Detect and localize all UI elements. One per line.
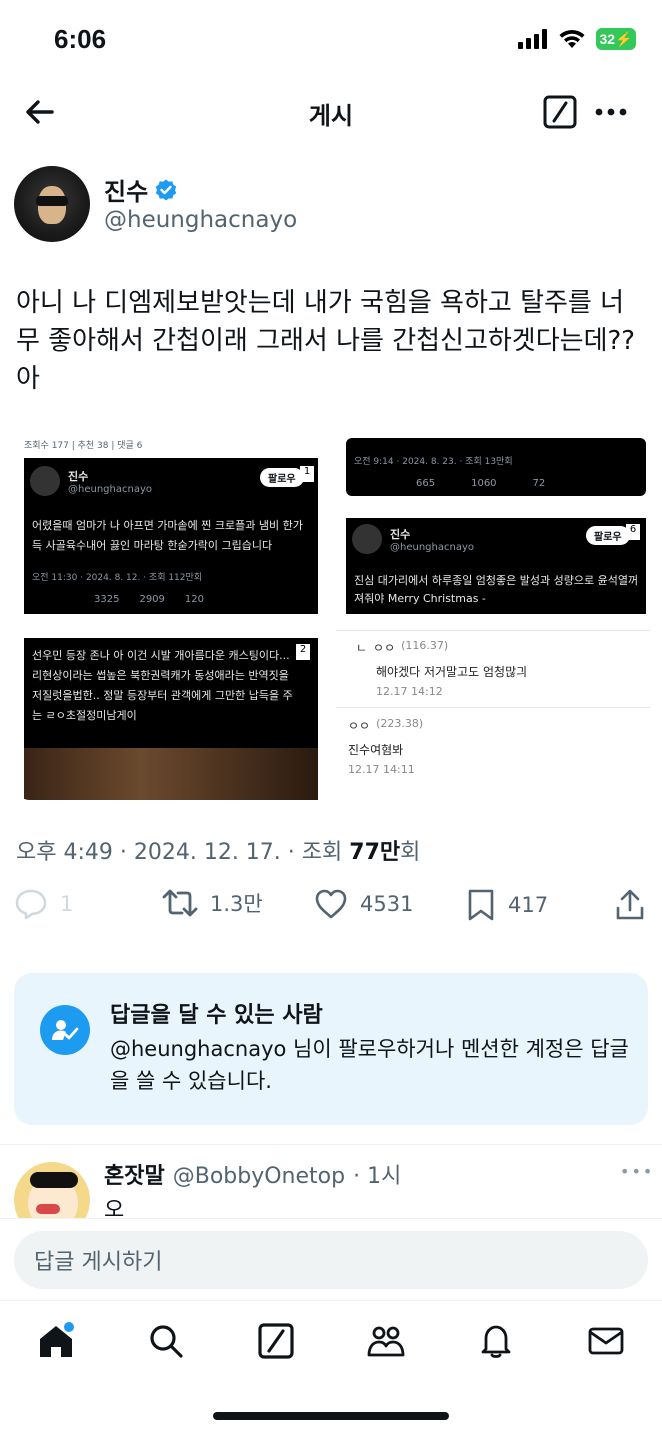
img5-c2-user: ㅇㅇ xyxy=(348,719,371,733)
retweet-count: 1.3만 xyxy=(210,892,263,916)
img5-c1-user: ㅇㅇ xyxy=(373,641,396,655)
board-meta: 조회수 177 | 추천 38 | 댓글 6 xyxy=(24,441,143,451)
img5-c1-ip: (116.37) xyxy=(401,639,449,652)
mention-user-icon xyxy=(40,1005,90,1055)
img3-name: 진수 xyxy=(390,528,411,541)
img3-badge: 6 xyxy=(626,524,640,540)
img4-text: 선우민 등장 존나 아 이건 시발 개아름다운 캐스팅이다... 리현상이라는 … xyxy=(32,649,293,722)
img5-c1-text: 해야겠다 저거말고도 엄청많긔 xyxy=(376,665,528,679)
like-count: 4531 xyxy=(360,892,414,916)
retweet-button[interactable]: 1.3만 xyxy=(162,888,263,918)
battery-level: 32 xyxy=(599,31,616,47)
img5-c2-text: 진수여혐봐 xyxy=(348,743,404,757)
bookmark-icon xyxy=(468,889,494,921)
img1-stat-retweet: 3325 xyxy=(94,594,120,605)
tab-notifications-icon[interactable] xyxy=(476,1321,516,1361)
reply-author-handle[interactable]: @BobbyOnetop xyxy=(173,1164,345,1189)
img4-badge: 2 xyxy=(296,644,310,660)
img5-c1-time: 12.17 14:12 xyxy=(376,685,443,698)
img2-meta: 오전 9:14 · 2024. 8. 23. · 조회 13만회 xyxy=(354,457,513,467)
signal-icon xyxy=(518,29,547,49)
tab-grok-icon[interactable] xyxy=(256,1321,296,1361)
img1-text: 어렸을때 엄마가 나 아프면 가마솥에 찐 크로플과 냄비 한가득 사골육수내어… xyxy=(32,519,303,552)
tab-search-icon[interactable] xyxy=(146,1321,186,1361)
bookmark-button[interactable]: 417 xyxy=(466,888,548,922)
wifi-icon xyxy=(559,29,585,48)
grok-compose-icon[interactable] xyxy=(543,95,577,129)
reply-button[interactable]: 1 xyxy=(14,888,73,920)
img1-meta: 오전 11:30 · 2024. 8. 12. · 조회 112만회 xyxy=(32,573,203,583)
more-options-icon[interactable] xyxy=(594,98,628,126)
img1-stat-bookmark: 120 xyxy=(184,594,204,605)
status-icons: 32 ⚡ xyxy=(518,28,636,50)
status-time: 6:06 xyxy=(54,24,107,54)
verified-badge-icon xyxy=(155,179,177,200)
heart-icon xyxy=(315,889,347,919)
reply-author-name[interactable]: 혼잣말 xyxy=(104,1158,165,1190)
tweet-text: 아니 나 디엠제보받앗는데 내가 국힘을 욕하고 탈주를 너무 좋아해서 간첩이… xyxy=(16,288,636,394)
reply-time: · 1시 xyxy=(353,1164,402,1189)
tweet-image-3[interactable]: 진수 @heunghacnayo 팔로우 6 진심 대가리에서 하루종일 엄청좋… xyxy=(346,518,646,614)
reply-count: 1 xyxy=(60,892,74,916)
tweet-image-2[interactable]: 오전 9:14 · 2024. 8. 23. · 조회 13만회 665 106… xyxy=(346,438,646,496)
img3-follow: 팔로우 xyxy=(586,526,630,545)
img2-stat-retweet: 665 xyxy=(416,478,436,489)
img5-c2-ip: (223.38) xyxy=(376,717,424,730)
reply-header: 혼잣말 @BobbyOnetop · 1시 xyxy=(104,1158,401,1190)
img1-follow: 팔로우 xyxy=(260,468,304,487)
author-handle[interactable]: @heunghacnayo xyxy=(104,207,297,233)
share-icon[interactable] xyxy=(614,888,646,922)
img1-stat-like: 2909 xyxy=(139,594,165,605)
home-indicator xyxy=(213,1412,449,1420)
tweet-image-4[interactable]: 2 선우민 등장 존나 아 이건 시발 개아름다운 캐스팅이다... 리현상이라… xyxy=(24,638,318,800)
reply-icon xyxy=(15,889,47,920)
tweet-image-grid[interactable]: 조회수 177 | 추천 38 | 댓글 6 진수 @heunghacnayo … xyxy=(14,424,650,800)
notice-body: @heunghacnayo 님이 팔로우하거나 멘션한 계정은 답글을 쓸 수 … xyxy=(110,1037,629,1093)
author-avatar[interactable] xyxy=(14,166,90,242)
reply-input[interactable]: 답글 게시하기 xyxy=(14,1231,648,1289)
tab-messages-icon[interactable] xyxy=(586,1321,626,1361)
img1-handle: @heunghacnayo xyxy=(68,484,152,495)
tweet-views: 77만 xyxy=(349,840,401,865)
tweet-meta: 오후 4:49 · 2024. 12. 17. · 조회 77만회 xyxy=(16,834,420,866)
divider xyxy=(0,1144,662,1145)
bookmark-count: 417 xyxy=(508,893,549,917)
tweet-image-5[interactable]: ㄴ ㅇㅇ (116.37) 해야겠다 저거말고도 엄청많긔 12.17 14:1… xyxy=(336,630,650,800)
img5-c2-time: 12.17 14:11 xyxy=(348,763,415,776)
retweet-icon xyxy=(162,889,198,917)
img2-stat-bookmark: 72 xyxy=(532,478,546,489)
tweet-image-1[interactable]: 조회수 177 | 추천 38 | 댓글 6 진수 @heunghacnayo … xyxy=(14,424,328,624)
tweet-views-suffix: 회 xyxy=(400,840,421,865)
tweet-timestamp: 오후 4:49 · 2024. 12. 17. · 조회 xyxy=(16,840,350,865)
tab-communities-icon[interactable] xyxy=(366,1321,406,1361)
tweet-actions: 1 1.3만 4531 417 xyxy=(14,888,648,928)
img1-name: 진수 xyxy=(68,470,89,483)
reply-restriction-notice: 답글을 달 수 있는 사람 @heunghacnayo 님이 팔로우하거나 멘션… xyxy=(14,973,648,1125)
like-button[interactable]: 4531 xyxy=(314,888,413,920)
img1-badge: 1 xyxy=(300,466,314,482)
img3-handle: @heunghacnayo xyxy=(390,542,474,553)
battery-indicator: 32 ⚡ xyxy=(596,28,636,50)
img2-stat-like: 1060 xyxy=(471,478,497,489)
reply-more-icon[interactable]: ••• xyxy=(620,1162,654,1181)
tab-home-icon[interactable] xyxy=(36,1321,76,1361)
notice-title: 답글을 달 수 있는 사람 xyxy=(110,1003,323,1028)
author-name[interactable]: 진수 xyxy=(104,172,148,207)
reply-compose-bar: 답글 게시하기 xyxy=(0,1218,662,1300)
img3-text: 진심 대가리에서 하루종일 엄청좋은 발성과 성량으로 윤석열꺼져줘야 Merr… xyxy=(354,574,639,605)
author-name-row[interactable]: 진수 xyxy=(104,172,178,207)
